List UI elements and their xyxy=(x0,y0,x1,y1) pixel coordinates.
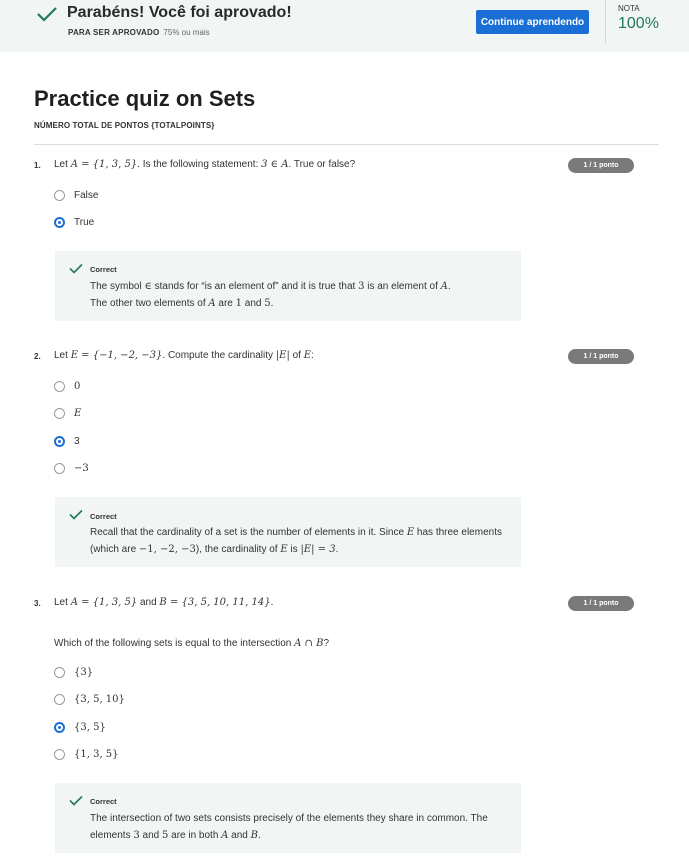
score-badge: 1 / 1 ponto xyxy=(568,349,634,364)
answer-option[interactable]: {3, 5, 10} xyxy=(54,691,125,707)
feedback-box: Correct The intersection of two sets con… xyxy=(55,783,521,853)
grade-label: NOTA xyxy=(618,4,640,13)
feedback-box: Correct The symbol ∈ stands for “is an e… xyxy=(55,251,521,321)
divider xyxy=(34,144,659,145)
divider xyxy=(605,0,606,44)
check-icon xyxy=(69,795,83,806)
pass-label: PARA SER APROVADO xyxy=(68,28,160,37)
radio-button[interactable] xyxy=(54,380,65,392)
radio-button[interactable] xyxy=(54,462,65,474)
question-text: Let E = {−1, −2, −3}. Compute the cardin… xyxy=(54,350,314,361)
answer-option[interactable]: {3, 5} xyxy=(54,719,106,735)
feedback-title: Correct xyxy=(90,265,117,274)
answer-option[interactable]: 0 xyxy=(54,378,80,394)
pass-value: 75% ou mais xyxy=(163,28,210,37)
answer-option[interactable]: False xyxy=(54,187,98,203)
total-points-label: NÚMERO TOTAL DE PONTOS {TOTALPOINTS} xyxy=(34,121,215,130)
feedback-box: Correct Recall that the cardinality of a… xyxy=(55,497,521,567)
radio-button-selected[interactable] xyxy=(54,721,65,733)
score-badge: 1 / 1 ponto xyxy=(568,158,634,173)
question-prompt: Which of the following sets is equal to … xyxy=(54,638,330,649)
continue-learning-button[interactable]: Continue aprendendo xyxy=(476,10,589,34)
question-number: 2. xyxy=(34,352,41,361)
pass-requirement: PARA SER APROVADO 75% ou mais xyxy=(68,28,210,37)
score-badge: 1 / 1 ponto xyxy=(568,596,634,611)
radio-button[interactable] xyxy=(54,666,65,678)
question-text: Let A = {1, 3, 5} and B = {3, 5, 10, 11,… xyxy=(54,597,274,608)
radio-button[interactable] xyxy=(54,693,65,705)
answer-option[interactable]: −3 xyxy=(54,460,89,476)
feedback-title: Correct xyxy=(90,512,117,521)
check-icon xyxy=(37,7,57,22)
grade-value: 100% xyxy=(618,15,659,32)
passed-banner: Parabéns! Você foi aprovado! PARA SER AP… xyxy=(0,0,689,52)
check-icon xyxy=(69,509,83,520)
question-text: Let A = {1, 3, 5}. Is the following stat… xyxy=(54,159,356,170)
check-icon xyxy=(69,263,83,274)
answer-option[interactable]: True xyxy=(54,214,94,230)
page-title: Practice quiz on Sets xyxy=(34,86,256,111)
question-number: 3. xyxy=(34,599,41,608)
answer-option[interactable]: {3} xyxy=(54,664,93,680)
feedback-title: Correct xyxy=(90,797,117,806)
feedback-text: The intersection of two sets consists pr… xyxy=(90,813,488,841)
congrats-message: Parabéns! Você foi aprovado! xyxy=(67,4,292,21)
feedback-text: The symbol ∈ stands for “is an element o… xyxy=(90,281,451,309)
answer-option[interactable]: E xyxy=(54,405,81,421)
radio-button[interactable] xyxy=(54,189,65,201)
radio-button-selected[interactable] xyxy=(54,216,65,228)
radio-button-selected[interactable] xyxy=(54,435,65,447)
radio-button[interactable] xyxy=(54,748,65,760)
feedback-text: Recall that the cardinality of a set is … xyxy=(90,527,502,555)
answer-option[interactable]: {1, 3, 5} xyxy=(54,746,119,762)
answer-option[interactable]: 3 xyxy=(54,433,80,449)
question-number: 1. xyxy=(34,161,41,170)
radio-button[interactable] xyxy=(54,407,65,419)
